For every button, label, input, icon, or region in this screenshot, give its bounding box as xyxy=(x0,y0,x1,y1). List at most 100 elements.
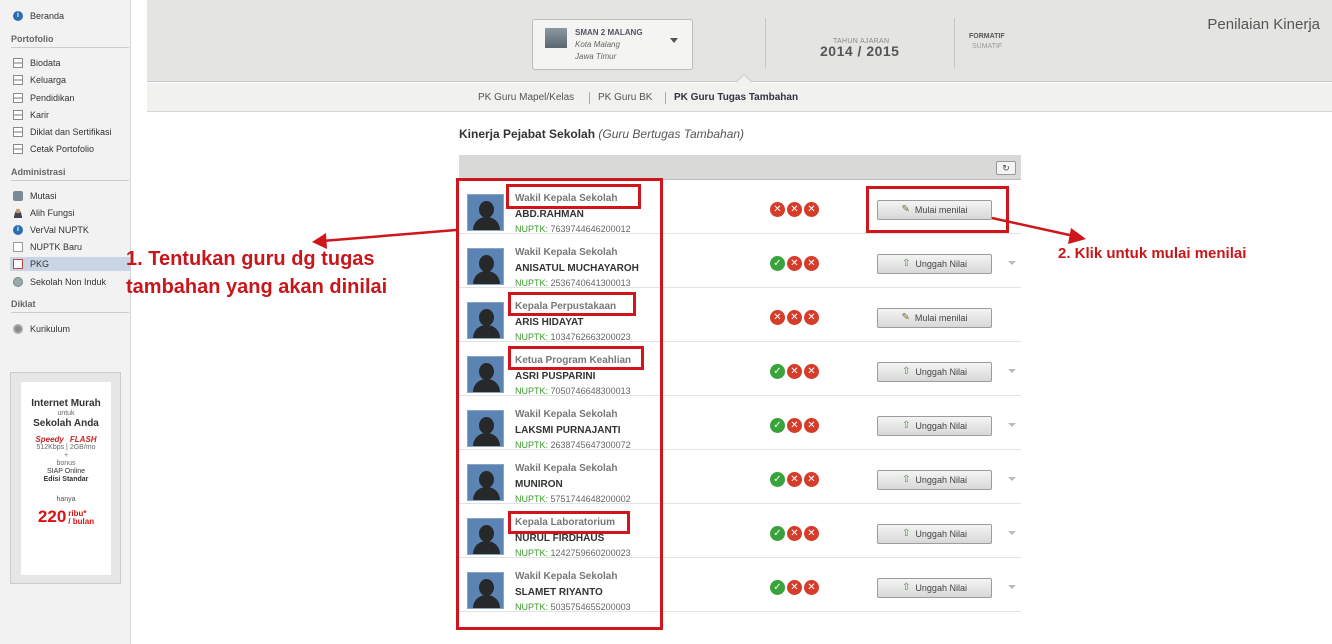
refresh-button[interactable]: ↻ xyxy=(996,161,1016,175)
school-selector[interactable]: SMAN 2 MALANG Kota Malang Jawa Timur xyxy=(532,19,693,70)
sidebar-item-cetak-portofolio[interactable]: Cetak Portofolio xyxy=(13,142,94,156)
sidebar-item-pkg[interactable]: PKG xyxy=(10,257,130,271)
upload-arrow-icon: ⇧ xyxy=(902,582,911,593)
sumatif-option[interactable]: SUMATIF xyxy=(972,43,1002,50)
assessment-status: ✓ ✕ ✕ xyxy=(770,472,819,487)
unggah-nilai-button[interactable]: ⇧ Unggah Nilai xyxy=(877,254,992,274)
ad-brand-flash: FLASH xyxy=(69,435,97,445)
unggah-nilai-button[interactable]: ⇧ Unggah Nilai xyxy=(877,524,992,544)
ad-specs: 512Kbps | 2GB/mo xyxy=(36,444,96,452)
section-title-sub: (Guru Bertugas Tambahan) xyxy=(598,127,745,141)
tab-separator xyxy=(589,92,590,104)
cross-icon: ✕ xyxy=(787,364,802,379)
sidebar-item-keluarga[interactable]: Keluarga xyxy=(13,73,66,87)
ad-untuk: untuk xyxy=(57,409,75,417)
cross-icon: ✕ xyxy=(770,202,785,217)
assessment-status: ✕ ✕ ✕ xyxy=(770,310,819,325)
sidebar-section-administrasi: Administrasi xyxy=(11,167,129,181)
school-city: Kota Malang xyxy=(575,40,620,49)
chevron-down-icon[interactable] xyxy=(1008,369,1016,373)
school-building-icon xyxy=(545,28,567,48)
chevron-down-icon[interactable] xyxy=(1008,585,1016,589)
sidebar-item-nuptk-baru[interactable]: NUPTK Baru xyxy=(13,240,82,254)
check-icon: ✓ xyxy=(770,472,785,487)
sidebar-item-alih-fungsi[interactable]: Alih Fungsi xyxy=(13,206,75,220)
list-header: ↻ xyxy=(459,155,1021,180)
button-label: Mulai menilai xyxy=(914,313,968,323)
annotation-box-role xyxy=(508,292,636,316)
formatif-option[interactable]: FORMATIF xyxy=(969,33,1005,40)
biodata-icon xyxy=(13,58,23,68)
ad-title: Internet Murah xyxy=(31,398,101,409)
sidebar-item-diklat-sertifikasi[interactable]: Diklat dan Sertifikasi xyxy=(13,125,112,139)
unggah-nilai-button[interactable]: ⇧ Unggah Nilai xyxy=(877,362,992,382)
arrow-head-step-2 xyxy=(1068,228,1086,244)
sidebar-item-kurikulum[interactable]: Kurikulum xyxy=(13,322,70,336)
button-label: Unggah Nilai xyxy=(915,475,967,485)
chevron-down-icon[interactable] xyxy=(1008,531,1016,535)
cross-icon: ✕ xyxy=(804,580,819,595)
chevron-down-icon[interactable] xyxy=(1008,477,1016,481)
ad-brand-speedy: Speedy xyxy=(35,435,64,445)
unggah-nilai-button[interactable]: ⇧ Unggah Nilai xyxy=(877,470,992,490)
cross-icon: ✕ xyxy=(787,580,802,595)
cross-icon: ✕ xyxy=(804,256,819,271)
person-icon xyxy=(13,208,23,218)
button-label: Unggah Nilai xyxy=(915,421,967,431)
assessment-status: ✓ ✕ ✕ xyxy=(770,256,819,271)
ad-price-per: / bulan xyxy=(68,517,95,527)
school-icon xyxy=(13,277,23,287)
cross-icon: ✕ xyxy=(787,526,802,541)
ad-hanya: hanya xyxy=(56,496,76,504)
sidebar-item-label: Mutasi xyxy=(30,191,57,201)
pkg-icon xyxy=(13,259,23,269)
sidebar-item-label: Keluarga xyxy=(30,75,67,85)
ad-price: 220 ribu* / bulan xyxy=(21,507,111,527)
upload-arrow-icon: ⇧ xyxy=(902,420,911,431)
annotation-step-2: 2. Klik untuk mulai menilai xyxy=(1058,245,1247,262)
annotation-box-button xyxy=(866,186,1009,233)
chevron-down-icon[interactable] xyxy=(1008,261,1016,265)
tab-pk-guru-tugas-tambahan[interactable]: PK Guru Tugas Tambahan xyxy=(674,92,798,103)
chevron-down-icon[interactable] xyxy=(1008,423,1016,427)
sidebar-item-mutasi[interactable]: Mutasi xyxy=(13,189,57,203)
unggah-nilai-button[interactable]: ⇧ Unggah Nilai xyxy=(877,578,992,598)
pencil-icon: ✎ xyxy=(901,312,910,323)
sidebar-section-portofolio: Portofolio xyxy=(11,34,129,48)
assessment-status: ✕ ✕ ✕ xyxy=(770,202,819,217)
school-name: SMAN 2 MALANG xyxy=(575,28,643,37)
unggah-nilai-button[interactable]: ⇧ Unggah Nilai xyxy=(877,416,992,436)
sidebar-item-pendidikan[interactable]: Pendidikan xyxy=(13,91,75,105)
sidebar-item-label: Biodata xyxy=(30,58,61,68)
tab-pk-guru-bk[interactable]: PK Guru BK xyxy=(598,92,652,103)
section-title: Kinerja Pejabat Sekolah (Guru Bertugas T… xyxy=(459,127,744,141)
tahun-ajaran-value[interactable]: 2014 / 2015 xyxy=(820,43,899,59)
cross-icon: ✕ xyxy=(804,310,819,325)
check-icon: ✓ xyxy=(770,256,785,271)
tab-pk-guru-mapel[interactable]: PK Guru Mapel/Kelas xyxy=(478,92,574,103)
chevron-down-icon[interactable] xyxy=(670,38,678,43)
info-icon: i xyxy=(13,11,23,21)
cross-icon: ✕ xyxy=(787,256,802,271)
ad-content: Internet Murah untuk Sekolah Anda Speedy… xyxy=(21,382,111,575)
ad-banner[interactable]: Internet Murah untuk Sekolah Anda Speedy… xyxy=(10,372,121,584)
document-icon xyxy=(13,242,23,252)
sidebar-item-beranda[interactable]: i Beranda xyxy=(13,9,64,23)
mulai-menilai-button[interactable]: ✎ Mulai menilai xyxy=(877,308,992,328)
sidebar-item-karir[interactable]: Karir xyxy=(13,108,49,122)
cross-icon: ✕ xyxy=(804,202,819,217)
cross-icon: ✕ xyxy=(787,472,802,487)
assessment-status: ✓ ✕ ✕ xyxy=(770,526,819,541)
sidebar-item-label: Alih Fungsi xyxy=(30,208,75,218)
button-label: Unggah Nilai xyxy=(915,529,967,539)
check-icon: ✓ xyxy=(770,580,785,595)
sidebar-item-sekolah-non-induk[interactable]: Sekolah Non Induk xyxy=(13,275,106,289)
cross-icon: ✕ xyxy=(804,472,819,487)
cross-icon: ✕ xyxy=(770,310,785,325)
ad-subtitle: Sekolah Anda xyxy=(33,417,99,429)
sidebar-item-label: Cetak Portofolio xyxy=(30,144,95,154)
sidebar-item-biodata[interactable]: Biodata xyxy=(13,56,61,70)
upload-arrow-icon: ⇧ xyxy=(902,474,911,485)
ad-spec-flash: 2GB/mo xyxy=(69,444,96,452)
sidebar-item-verval-nuptk[interactable]: i VerVal NUPTK xyxy=(13,223,89,237)
